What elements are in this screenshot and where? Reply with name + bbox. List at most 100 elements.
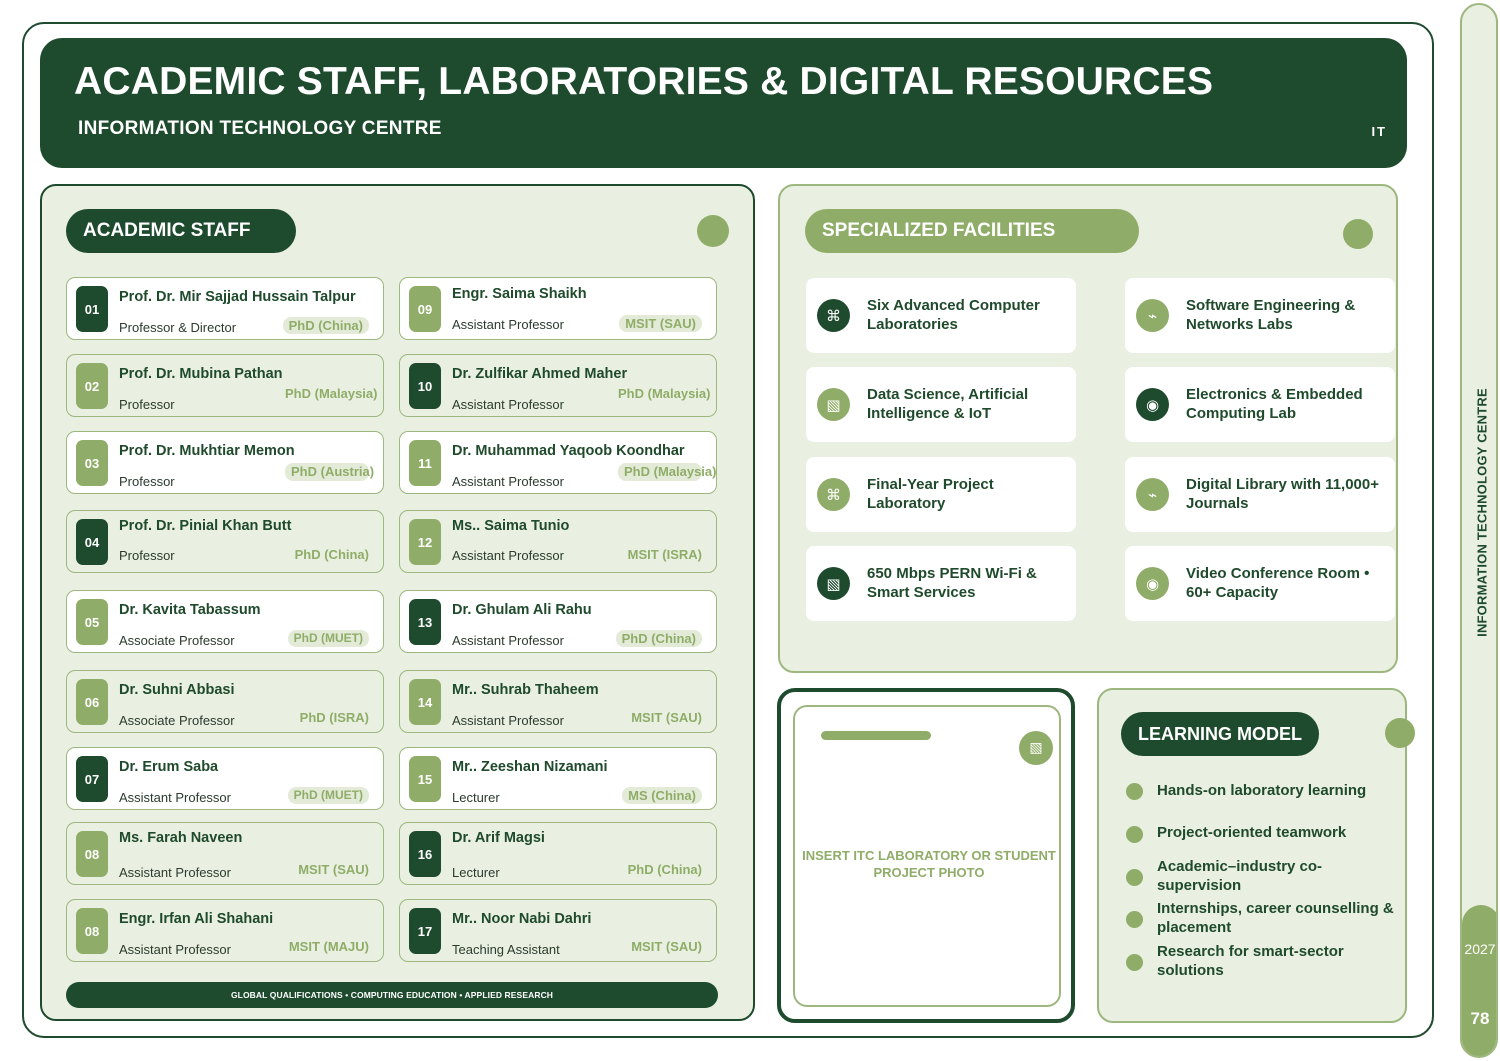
decorative-dot [1343, 219, 1373, 249]
staff-degree: PhD (China) [627, 862, 702, 877]
staff-degree: PhD (MUET) [287, 630, 369, 647]
facility-card: ◉ Electronics & Embedded Computing Lab [1125, 367, 1395, 442]
facility-card: ⌘ Final-Year Project Laboratory [806, 457, 1076, 532]
leaf-icon: ⌁ [1136, 299, 1169, 332]
academic-staff-panel: ACADEMIC STAFF 01 Prof. Dr. Mir Sajjad H… [40, 184, 755, 1021]
staff-card: 09 Engr. Saima Shaikh Assistant Professo… [399, 277, 717, 340]
staff-footer-banner: GLOBAL QUALIFICATIONS • COMPUTING EDUCAT… [66, 982, 718, 1008]
decorative-dot [1385, 718, 1415, 748]
department-code: IT [1371, 124, 1387, 139]
staff-number: 11 [409, 440, 441, 486]
staff-name: Prof. Dr. Mir Sajjad Hussain Talpur [119, 289, 356, 305]
staff-degree: PhD (MUET) [287, 787, 369, 804]
staff-name: Mr.. Suhrab Thaheem [452, 682, 599, 698]
staff-degree: PhD (China) [294, 547, 369, 562]
staff-number: 03 [76, 440, 108, 486]
staff-number: 17 [409, 908, 441, 954]
staff-name: Prof. Dr. Mubina Pathan [119, 366, 283, 382]
learning-item: Hands-on laboratory learning [1157, 782, 1367, 799]
staff-degree: MSIT (SAU) [631, 939, 702, 954]
staff-role: Assistant Professor [452, 397, 564, 412]
grid-icon: ▧ [817, 388, 850, 421]
staff-card: 17 Mr.. Noor Nabi Dahri Teaching Assista… [399, 899, 717, 962]
learning-item: Internships, career counselling & placem… [1157, 900, 1394, 936]
staff-card: 04 Prof. Dr. Pinial Khan Butt Professor … [66, 510, 384, 573]
staff-number: 16 [409, 831, 441, 877]
staff-name: Dr. Suhni Abbasi [119, 682, 235, 698]
facility-card: ⌁ Software Engineering & Networks Labs [1125, 278, 1395, 353]
staff-name: Dr. Erum Saba [119, 759, 219, 775]
staff-card: 15 Mr.. Zeeshan Nizamani Lecturer MS (Ch… [399, 747, 717, 810]
staff-degree: MSIT (SAU) [619, 315, 702, 332]
facility-label: Data Science, Artificial Intelligence & … [867, 386, 1029, 422]
staff-name: Prof. Dr. Pinial Khan Butt [119, 518, 292, 534]
staff-card: 08 Ms. Farah Naveen Assistant Professor … [66, 822, 384, 885]
staff-name: Mr.. Noor Nabi Dahri [452, 911, 592, 927]
staff-name: Dr. Kavita Tabassum [119, 602, 261, 618]
facilities-heading: SPECIALIZED FACILITIES [805, 209, 1139, 253]
side-strip-fill [1462, 905, 1496, 1056]
staff-role: Lecturer [452, 865, 500, 880]
specialized-facilities-panel: SPECIALIZED FACILITIES ⌘ Six Advanced Co… [778, 184, 1398, 673]
staff-role: Professor [119, 474, 175, 489]
staff-name: Engr. Saima Shaikh [452, 286, 587, 302]
facility-card: ⌘ Six Advanced Computer Laboratories [806, 278, 1076, 353]
facility-label: 650 Mbps PERN Wi-Fi & Smart Services [867, 565, 1037, 601]
staff-card: 12 Ms.. Saima Tunio Assistant Professor … [399, 510, 717, 573]
bullet-dot [1126, 954, 1143, 971]
staff-name: Dr. Muhammad Yaqoob Koondhar [452, 443, 685, 459]
facility-card: ▧ 650 Mbps PERN Wi-Fi & Smart Services [806, 546, 1076, 621]
learning-item: Project-oriented teamwork [1157, 824, 1347, 841]
bullet-dot [1126, 826, 1143, 843]
photo-frame: ▧ INSERT ITC LABORATORY OR STUDENT PROJE… [777, 688, 1075, 1023]
side-strip: INFORMATION TECHNOLOGY CENTRE 2027 78 [1460, 3, 1498, 1058]
staff-number: 02 [76, 363, 108, 409]
staff-number: 01 [76, 286, 108, 332]
staff-number: 10 [409, 363, 441, 409]
decorative-dot [697, 215, 729, 247]
staff-number: 09 [409, 286, 441, 332]
staff-card: 06 Dr. Suhni Abbasi Associate Professor … [66, 670, 384, 733]
staff-name: Engr. Irfan Ali Shahani [119, 911, 274, 927]
staff-number: 13 [409, 599, 441, 645]
staff-name: Dr. Zulfikar Ahmed Maher [452, 366, 628, 382]
staff-card: 01 Prof. Dr. Mir Sajjad Hussain Talpur P… [66, 277, 384, 340]
facility-label: Video Conference Room • 60+ Capacity [1186, 565, 1370, 601]
staff-degree: PhD (Malaysia) [285, 386, 378, 401]
staff-degree: MSIT (SAU) [631, 710, 702, 725]
facility-label: Final-Year Project Laboratory [867, 476, 994, 512]
target-icon: ◉ [1136, 388, 1169, 421]
bullet-dot [1126, 869, 1143, 886]
staff-degree: MSIT (SAU) [298, 862, 369, 877]
staff-role: Assistant Professor [452, 713, 564, 728]
staff-role: Assistant Professor [119, 790, 231, 805]
staff-name: Ms.. Saima Tunio [452, 518, 570, 534]
staff-card: 11 Dr. Muhammad Yaqoob Koondhar Assistan… [399, 431, 717, 494]
staff-degree: PhD (Malaysia) [618, 386, 711, 401]
photo-placeholder: ▧ INSERT ITC LABORATORY OR STUDENT PROJE… [793, 705, 1061, 1007]
command-icon: ⌘ [817, 299, 850, 332]
staff-role: Associate Professor [119, 713, 235, 728]
staff-number: 04 [76, 519, 108, 565]
bullet-dot [1126, 911, 1143, 928]
target-icon: ◉ [1136, 567, 1169, 600]
staff-number: 08 [76, 831, 108, 877]
facility-label: Digital Library with 11,000+ Journals [1186, 476, 1379, 512]
page-subtitle: INFORMATION TECHNOLOGY CENTRE [78, 118, 442, 139]
staff-card: 13 Dr. Ghulam Ali Rahu Assistant Profess… [399, 590, 717, 653]
facility-card: ▧ Data Science, Artificial Intelligence … [806, 367, 1076, 442]
facility-label: Six Advanced Computer Laboratories [867, 297, 1040, 333]
staff-name: Dr. Arif Magsi [452, 830, 545, 846]
decorative-bar [821, 731, 931, 740]
side-label: INFORMATION TECHNOLOGY CENTRE [1474, 388, 1490, 637]
academic-staff-heading: ACADEMIC STAFF [66, 209, 296, 253]
staff-card: 08 Engr. Irfan Ali Shahani Assistant Pro… [66, 899, 384, 962]
grid-icon: ▧ [817, 567, 850, 600]
staff-name: Prof. Dr. Mukhtiar Memon [119, 443, 295, 459]
staff-card: 16 Dr. Arif Magsi Lecturer PhD (China) [399, 822, 717, 885]
staff-degree: PhD (Austria) [285, 463, 374, 481]
facility-card: ◉ Video Conference Room • 60+ Capacity [1125, 546, 1395, 621]
staff-number: 12 [409, 519, 441, 565]
staff-number: 15 [409, 756, 441, 802]
staff-role: Professor [119, 397, 175, 412]
